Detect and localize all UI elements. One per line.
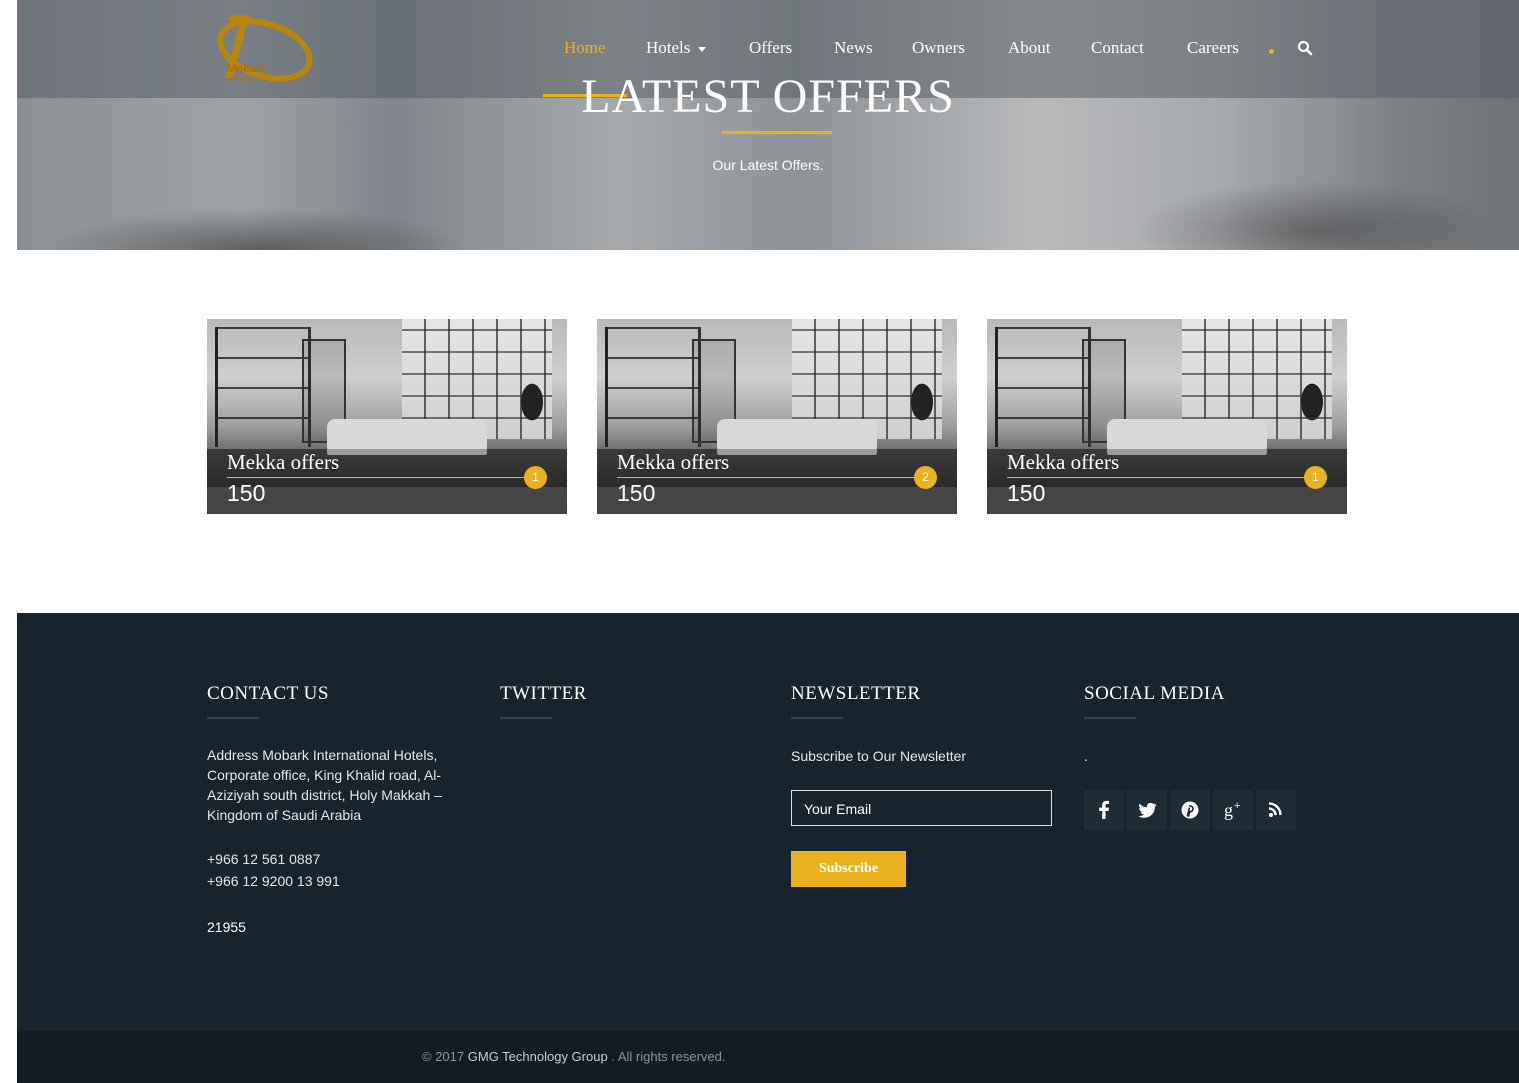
email-field[interactable]: Your Email	[791, 790, 1052, 826]
nav-separator-dot	[1269, 49, 1274, 54]
offer-badge: 1	[1304, 466, 1327, 489]
svg-text:+: +	[1234, 800, 1240, 812]
page: Mobark International Home Hotels Offers …	[17, 0, 1519, 1083]
contact-heading: CONTACT US	[207, 683, 329, 704]
copyright-brand-link[interactable]: GMG Technology Group	[468, 1049, 608, 1064]
page-subtitle: Our Latest Offers.	[712, 157, 824, 173]
offer-divider	[617, 477, 927, 478]
offer-card[interactable]: Mekka offers 1 150	[987, 319, 1347, 514]
facebook-icon[interactable]	[1084, 790, 1124, 830]
main-nav: Home Hotels Offers News Owners About Con…	[17, 38, 1519, 62]
hero-banner: Mobark International Home Hotels Offers …	[17, 0, 1519, 250]
copyright-text: © 2017 GMG Technology Group . All rights…	[422, 1049, 725, 1064]
offer-divider	[1007, 477, 1317, 478]
rss-icon[interactable]	[1256, 790, 1296, 830]
nav-item-hotels[interactable]: Hotels	[646, 38, 707, 58]
social-text: .	[1084, 748, 1088, 764]
twitter-heading: TWITTER	[500, 683, 587, 704]
nav-item-about[interactable]: About	[1008, 38, 1051, 58]
page-title: LATEST OFFERS	[581, 70, 955, 123]
offer-badge: 1	[524, 466, 547, 489]
search-icon[interactable]	[1297, 40, 1313, 56]
heading-underline	[1084, 717, 1136, 719]
nav-item-contact[interactable]: Contact	[1091, 38, 1144, 58]
offer-title: Mekka offers	[617, 450, 730, 474]
nav-item-news[interactable]: News	[834, 38, 873, 58]
contact-phone: +966 12 9200 13 991	[207, 873, 340, 889]
address-line: Corporate office, King Khalid road, Al-	[207, 767, 441, 783]
nav-item-careers[interactable]: Careers	[1187, 38, 1239, 58]
nav-item-hotels-label: Hotels	[646, 38, 691, 57]
address-line: Aziziyah south district, Holy Makkah –	[207, 787, 442, 803]
nav-item-offers[interactable]: Offers	[749, 38, 792, 58]
twitter-icon[interactable]	[1127, 790, 1167, 830]
google-plus-icon[interactable]: g +	[1213, 790, 1253, 830]
contact-phone: +966 12 561 0887	[207, 851, 321, 867]
address-line: Address Mobark International Hotels,	[207, 747, 438, 763]
offer-title: Mekka offers	[227, 450, 340, 474]
offer-title: Mekka offers	[1007, 450, 1120, 474]
heading-underline	[500, 717, 552, 719]
nav-item-home[interactable]: Home	[564, 38, 606, 58]
offer-divider	[227, 477, 537, 478]
offer-card[interactable]: Mekka offers 1 150	[207, 319, 567, 514]
newsletter-text: Subscribe to Our Newsletter	[791, 748, 967, 764]
newsletter-heading: NEWSLETTER	[791, 683, 921, 704]
copyright-suffix: . All rights reserved.	[611, 1049, 726, 1064]
offer-price: 150	[1007, 480, 1046, 506]
contact-pobox: 21955	[207, 919, 246, 935]
heading-underline	[791, 717, 843, 719]
address-line: Kingdom of Saudi Arabia	[207, 807, 362, 823]
title-underline	[722, 131, 832, 134]
nav-item-owners[interactable]: Owners	[912, 38, 965, 58]
offer-price: 150	[617, 480, 656, 506]
footer: CONTACT US Address Mobark International …	[17, 613, 1519, 1031]
copyright-bar: © 2017 GMG Technology Group . All rights…	[17, 1031, 1519, 1083]
svg-text:g: g	[1224, 800, 1233, 820]
offer-price: 150	[227, 480, 266, 506]
heading-underline	[207, 717, 259, 719]
subscribe-button[interactable]: Subscribe	[791, 851, 906, 887]
chevron-down-icon	[698, 46, 707, 52]
pinterest-icon[interactable]	[1170, 790, 1210, 830]
offer-card[interactable]: Mekka offers 2 150	[597, 319, 957, 514]
offer-badge: 2	[914, 466, 937, 489]
copyright-prefix: © 2017	[422, 1049, 465, 1064]
social-heading: SOCIAL MEDIA	[1084, 683, 1225, 704]
contact-address: Address Mobark International Hotels, Cor…	[207, 745, 477, 825]
